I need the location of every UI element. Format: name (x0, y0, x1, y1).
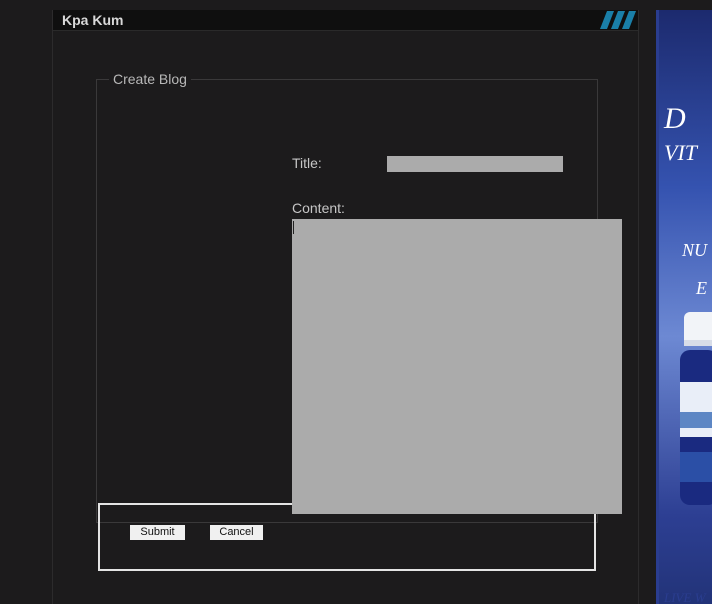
stripes-logo-icon (600, 11, 636, 29)
ad-background (659, 10, 712, 604)
text-cursor (293, 221, 294, 234)
ad-text-line-2: E (696, 278, 707, 298)
fieldset-legend: Create Blog (109, 71, 191, 87)
supplement-bottle-icon (680, 312, 712, 505)
page: Kpa Kum Create Blog Title: Content: Subm… (0, 0, 712, 604)
ad-text-line: NU (682, 240, 708, 260)
submit-button[interactable]: Submit (130, 525, 185, 540)
ad-footer: LIVE W (664, 590, 706, 604)
panel-header: Kpa Kum (53, 10, 638, 31)
cancel-button[interactable]: Cancel (210, 525, 263, 540)
title-label: Title: (292, 155, 322, 171)
content-label: Content: (292, 200, 345, 216)
ad-headline: D (664, 102, 686, 135)
title-input[interactable] (387, 156, 563, 172)
main-panel: Kpa Kum Create Blog Title: Content: Subm… (52, 10, 639, 604)
content-textarea[interactable] (292, 219, 622, 514)
ad-subheadline: VIT (664, 140, 697, 165)
panel-title: Kpa Kum (62, 12, 124, 28)
ad-border (656, 10, 659, 604)
advertisement[interactable]: D VIT NU E LIVE W (656, 10, 712, 604)
